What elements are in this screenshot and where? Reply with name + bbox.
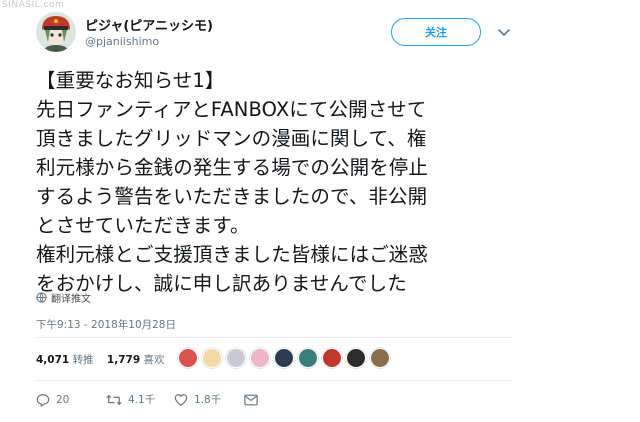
liker-avatars [178, 348, 390, 368]
retweets-count: 4,071 [36, 354, 70, 366]
liker-avatar[interactable] [346, 348, 366, 368]
liker-avatar[interactable] [226, 348, 246, 368]
reply-icon [36, 393, 50, 407]
translate-tweet-link[interactable]: 翻译推文 [36, 290, 91, 305]
liker-avatar[interactable] [298, 348, 318, 368]
tweet-timestamp[interactable]: 下午9:13 - 2018年10月28日 [36, 317, 176, 332]
tweet-line: 権利元様とご支援頂きました皆様にはご迷惑 [36, 243, 429, 266]
tweet-line: するよう警告をいただきましたので、非公開 [36, 185, 428, 208]
translate-label: 翻译推文 [51, 294, 91, 305]
liker-avatar[interactable] [178, 348, 198, 368]
retweets-stat[interactable]: 4,071 转推 [36, 354, 94, 366]
tweet-line: 頂きましたグリッドマンの漫画に関して、権 [36, 127, 427, 150]
avatar-portrait-icon [36, 12, 76, 52]
likes-label: 喜欢 [143, 354, 165, 366]
more-options-chevron-down-icon[interactable] [496, 24, 512, 40]
retweet-button[interactable]: 4.1千 [106, 392, 174, 407]
likes-stat[interactable]: 1,779 喜欢 [107, 354, 165, 366]
tweet-actions: 20 4.1千 1.8千 [36, 392, 258, 407]
divider [36, 380, 511, 381]
like-button[interactable]: 1.8千 [174, 392, 244, 407]
liker-avatar[interactable] [322, 348, 342, 368]
tweet-line: とさせていただきます。 [36, 214, 250, 237]
globe-icon [36, 292, 47, 303]
tweet-text: 【重要なお知らせ1】 先日ファンティアとFANBOXにて公開させて 頂きましたグ… [36, 66, 516, 298]
divider [36, 337, 511, 338]
liker-avatar[interactable] [370, 348, 390, 368]
tweet-line: 【重要なお知らせ1】 [36, 69, 225, 92]
direct-message-button[interactable] [244, 394, 258, 406]
reply-count: 20 [56, 393, 70, 406]
watermark: SINASIL.com [2, 0, 65, 10]
heart-icon [174, 393, 188, 406]
liker-avatar[interactable] [274, 348, 294, 368]
retweets-label: 转推 [72, 354, 94, 366]
liker-avatar[interactable] [202, 348, 222, 368]
liker-avatar[interactable] [250, 348, 270, 368]
like-count: 1.8千 [194, 394, 222, 406]
avatar[interactable] [36, 12, 76, 52]
tweet-line: 先日ファンティアとFANBOXにて公開させて [36, 98, 427, 121]
follow-button-label: 关注 [425, 26, 447, 39]
user-handle[interactable]: @pjaniishimo [85, 35, 159, 48]
display-name[interactable]: ピジャ(ピアニッシモ) [85, 15, 213, 34]
tweet-stats: 4,071 转推 1,779 喜欢 [36, 352, 174, 367]
tweet-line: 利元様から金銭の発生する場での公開を停止 [36, 156, 429, 179]
likes-count: 1,779 [106, 354, 141, 366]
retweet-count: 4.1千 [128, 394, 156, 406]
follow-button[interactable]: 关注 [391, 18, 481, 46]
reply-button[interactable]: 20 [36, 393, 106, 407]
tweet-line: をおかけし、誠に申し訳ありませんでした [36, 272, 407, 295]
envelope-icon [244, 394, 258, 405]
retweet-icon [106, 394, 122, 405]
